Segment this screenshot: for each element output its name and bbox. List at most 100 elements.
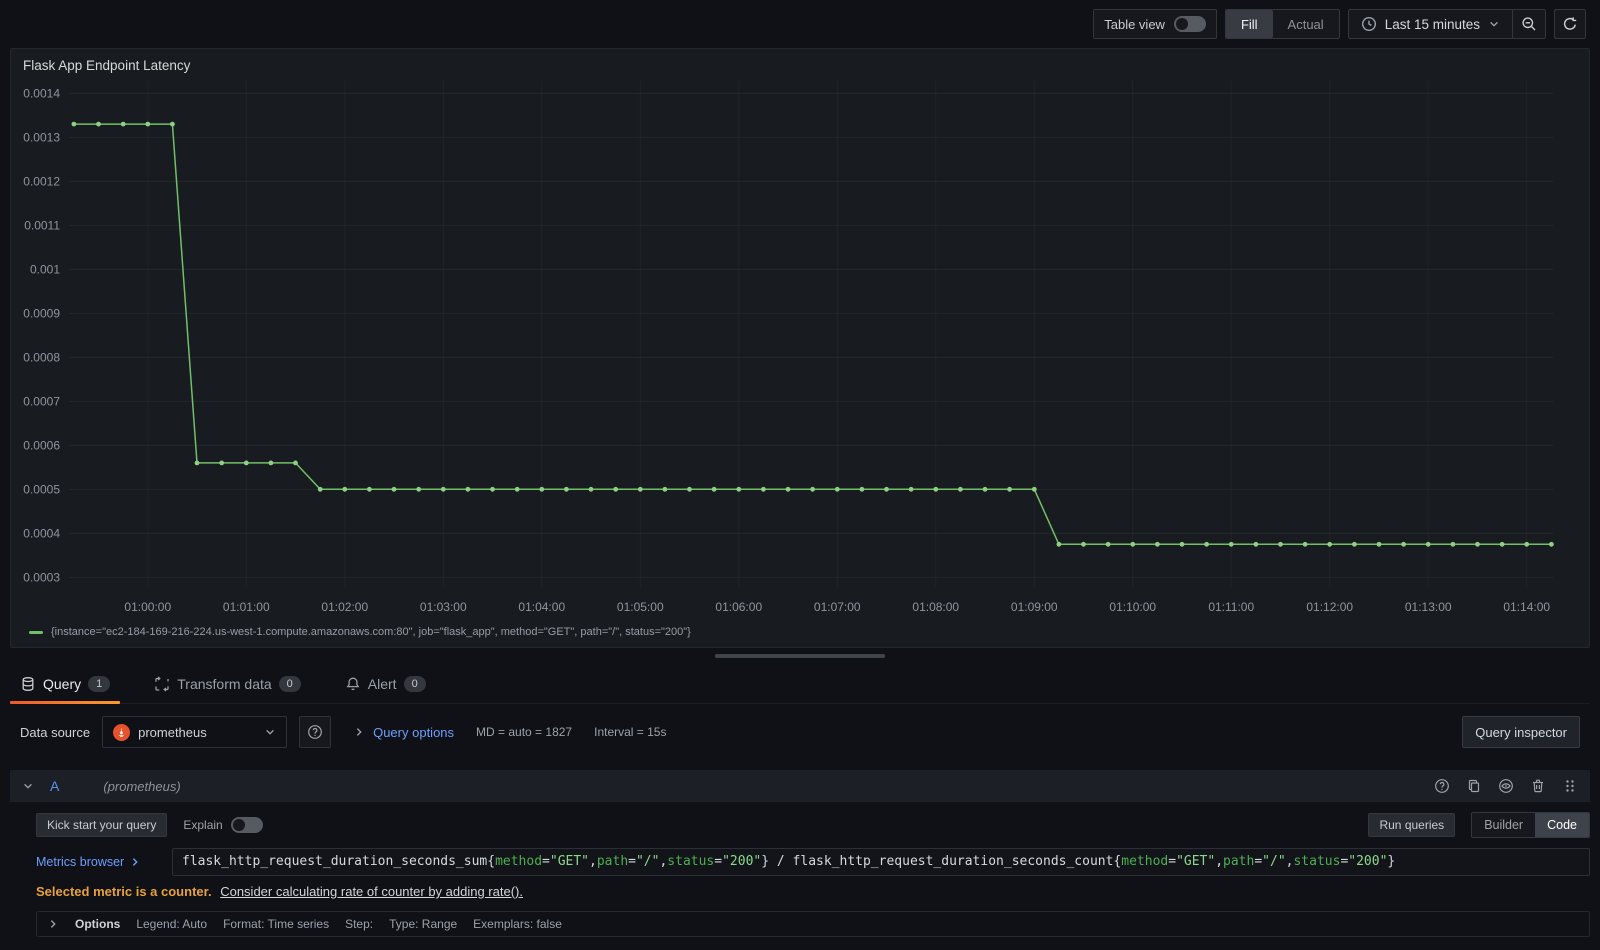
datasource-row: Data source prometheus Query options MD … bbox=[0, 710, 1600, 754]
promql-query-input[interactable]: flask_http_request_duration_seconds_sum{… bbox=[172, 848, 1590, 876]
chevron-down-icon[interactable] bbox=[22, 780, 34, 792]
svg-text:0.0008: 0.0008 bbox=[23, 350, 60, 364]
tab-query[interactable]: Query 1 bbox=[10, 664, 121, 704]
legend-series-label[interactable]: {instance="ec2-184-169-216-224.us-west-1… bbox=[51, 626, 691, 638]
drag-handle-icon[interactable] bbox=[1562, 778, 1578, 794]
svg-text:01:03:00: 01:03:00 bbox=[420, 600, 467, 614]
counter-warning: Selected metric is a counter. Consider c… bbox=[36, 884, 1590, 899]
delete-query-icon[interactable] bbox=[1530, 778, 1546, 794]
explain-toggle[interactable] bbox=[230, 817, 263, 833]
interval-text: Interval = 15s bbox=[594, 725, 667, 739]
legend-swatch bbox=[29, 630, 43, 634]
datasource-value: prometheus bbox=[138, 724, 207, 740]
options-row[interactable]: Options Legend: Auto Format: Time series… bbox=[36, 911, 1590, 937]
svg-text:01:08:00: 01:08:00 bbox=[912, 600, 959, 614]
tab-alert-count: 0 bbox=[403, 675, 426, 692]
tab-transform-count: 0 bbox=[278, 675, 301, 692]
duplicate-query-icon[interactable] bbox=[1466, 778, 1482, 794]
bell-icon bbox=[345, 676, 361, 692]
query-datasource-hint: (prometheus) bbox=[103, 778, 181, 794]
svg-text:0.0012: 0.0012 bbox=[23, 174, 60, 188]
fill-actual-switch: Fill Actual bbox=[1224, 9, 1340, 39]
option-exemplars: Exemplars: false bbox=[473, 917, 562, 931]
query-inspector-button[interactable]: Query inspector bbox=[1462, 716, 1580, 748]
refresh-button[interactable] bbox=[1554, 9, 1586, 39]
svg-text:01:07:00: 01:07:00 bbox=[814, 600, 861, 614]
svg-text:0.0011: 0.0011 bbox=[24, 218, 60, 232]
tab-transform-data[interactable]: Transform data 0 bbox=[144, 664, 311, 703]
time-picker-group: Last 15 minutes bbox=[1347, 9, 1546, 39]
option-type: Type: Range bbox=[389, 917, 458, 931]
svg-text:0.0013: 0.0013 bbox=[23, 130, 60, 144]
svg-text:01:04:00: 01:04:00 bbox=[518, 600, 565, 614]
clock-icon bbox=[1361, 16, 1377, 32]
tab-query-count: 1 bbox=[88, 675, 111, 692]
add-rate-link[interactable]: Consider calculating rate of counter by … bbox=[220, 884, 523, 899]
datasource-label: Data source bbox=[20, 724, 91, 740]
query-a-header[interactable]: A (prometheus) bbox=[10, 770, 1590, 802]
explain-label: Explain bbox=[183, 818, 223, 832]
svg-text:0.0014: 0.0014 bbox=[23, 86, 60, 100]
top-toolbar: Table view Fill Actual Last 15 minutes bbox=[0, 0, 1600, 48]
svg-text:01:14:00: 01:14:00 bbox=[1503, 600, 1550, 614]
chevron-down-icon bbox=[264, 726, 276, 738]
chart-legend: {instance="ec2-184-169-216-224.us-west-1… bbox=[11, 626, 1589, 638]
prometheus-icon bbox=[113, 723, 131, 741]
panel-resize-handle[interactable] bbox=[715, 654, 885, 658]
svg-text:01:11:00: 01:11:00 bbox=[1208, 600, 1254, 614]
option-step: Step: bbox=[345, 917, 374, 931]
tab-query-label: Query bbox=[43, 675, 82, 692]
option-legend: Legend: Auto bbox=[136, 917, 208, 931]
svg-text:0.001: 0.001 bbox=[30, 262, 60, 276]
time-range-picker[interactable]: Last 15 minutes bbox=[1349, 10, 1512, 38]
query-action-icons bbox=[1434, 778, 1578, 794]
fill-button[interactable]: Fill bbox=[1225, 10, 1273, 38]
query-help-icon[interactable] bbox=[1434, 778, 1450, 794]
explain-control: Explain bbox=[183, 817, 263, 833]
actual-button[interactable]: Actual bbox=[1273, 10, 1339, 38]
query-options-label[interactable]: Query options bbox=[373, 725, 454, 740]
metrics-browser-label: Metrics browser bbox=[36, 855, 125, 869]
editor-tabs: Query 1 Transform data 0 Alert 0 bbox=[10, 664, 1590, 704]
svg-text:01:12:00: 01:12:00 bbox=[1306, 600, 1353, 614]
metrics-browser-button[interactable]: Metrics browser bbox=[36, 848, 172, 876]
svg-text:01:00:00: 01:00:00 bbox=[124, 600, 171, 614]
query-options[interactable]: Query options MD = auto = 1827 Interval … bbox=[353, 725, 666, 740]
svg-text:01:05:00: 01:05:00 bbox=[617, 600, 664, 614]
chevron-right-icon bbox=[129, 856, 141, 868]
max-data-points-text: MD = auto = 1827 bbox=[476, 725, 573, 739]
time-series-panel: Flask App Endpoint Latency 0.0014 0.0013 0… bbox=[10, 48, 1590, 648]
tab-alert[interactable]: Alert 0 bbox=[335, 664, 436, 703]
promql-editor-row: Metrics browser flask_http_request_durat… bbox=[36, 848, 1590, 876]
refresh-icon bbox=[1562, 16, 1578, 32]
query-toolbar-row: Kick start your query Explain Run querie… bbox=[36, 812, 1590, 838]
builder-mode-button[interactable]: Builder bbox=[1472, 813, 1535, 837]
zoom-out-button[interactable] bbox=[1513, 10, 1545, 38]
option-format: Format: Time series bbox=[223, 917, 330, 931]
run-queries-button[interactable]: Run queries bbox=[1368, 813, 1456, 837]
svg-text:0.0009: 0.0009 bbox=[23, 306, 60, 320]
svg-text:01:06:00: 01:06:00 bbox=[715, 600, 762, 614]
options-label: Options bbox=[75, 917, 121, 931]
builder-code-switch: Builder Code bbox=[1471, 812, 1590, 838]
code-mode-button[interactable]: Code bbox=[1535, 813, 1589, 837]
hide-query-icon[interactable] bbox=[1498, 778, 1514, 794]
svg-text:01:10:00: 01:10:00 bbox=[1109, 600, 1156, 614]
datasource-select[interactable]: prometheus bbox=[102, 716, 288, 748]
table-view-label: Table view bbox=[1104, 16, 1165, 32]
svg-text:0.0005: 0.0005 bbox=[23, 482, 60, 496]
panel-splitter bbox=[0, 648, 1600, 664]
svg-text:0.0003: 0.0003 bbox=[23, 570, 60, 584]
table-view-toggle[interactable] bbox=[1173, 16, 1206, 32]
time-range-label: Last 15 minutes bbox=[1384, 16, 1480, 32]
kick-start-query-button[interactable]: Kick start your query bbox=[36, 813, 168, 837]
query-ref-id[interactable]: A bbox=[50, 778, 59, 794]
datasource-help-button[interactable] bbox=[299, 716, 332, 748]
svg-text:0.0007: 0.0007 bbox=[23, 394, 60, 408]
query-editor-body: Kick start your query Explain Run querie… bbox=[0, 802, 1600, 937]
svg-text:01:09:00: 01:09:00 bbox=[1011, 600, 1058, 614]
database-icon bbox=[20, 676, 36, 692]
chevron-down-icon bbox=[1488, 18, 1500, 30]
latency-chart[interactable]: 0.0014 0.0013 0.0012 0.0011 0.001 0.0009 0.000… bbox=[17, 77, 1581, 625]
svg-text:01:01:00: 01:01:00 bbox=[223, 600, 270, 614]
